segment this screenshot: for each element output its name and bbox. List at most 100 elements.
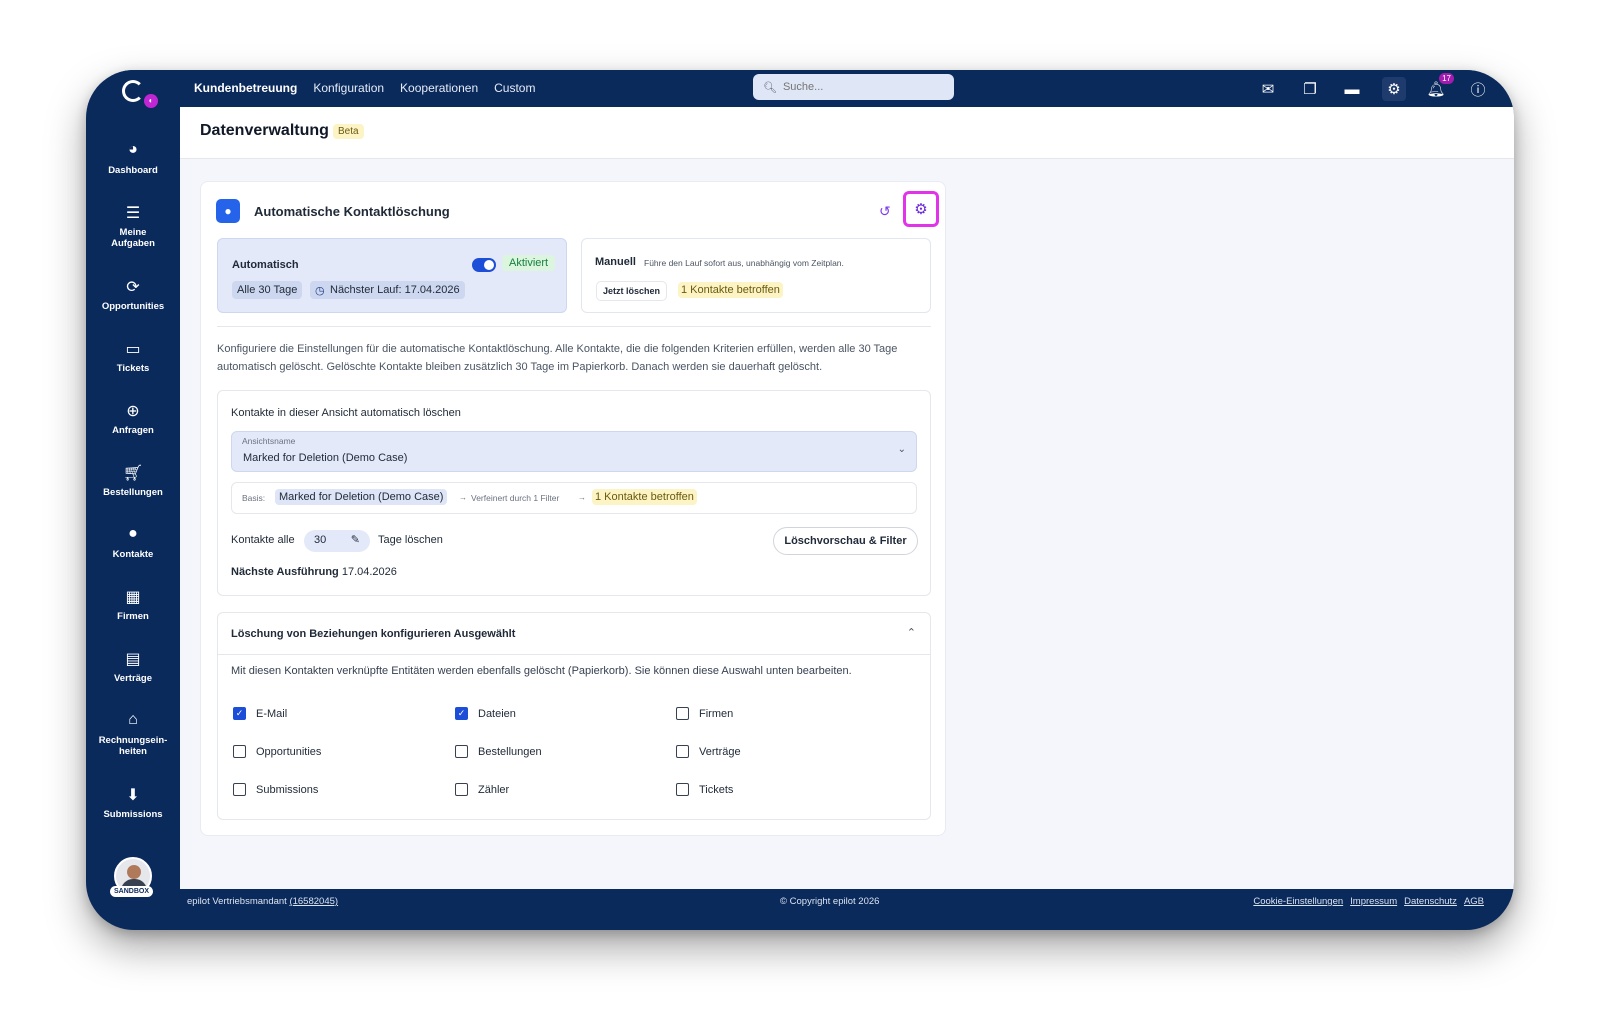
relations-panel: Löschung von Beziehungen konfigurieren A…	[217, 612, 931, 820]
sidebar-item-firmen[interactable]: ▦ Firmen	[86, 587, 180, 622]
checkbox-unchecked-icon	[676, 783, 689, 796]
topnav-konfiguration[interactable]: Konfiguration	[313, 81, 384, 95]
avatar-head	[127, 865, 141, 879]
automatic-toggle[interactable]	[472, 258, 496, 272]
next-execution: Nächste Ausführung 17.04.2026	[231, 566, 397, 578]
delete-now-button[interactable]: Jetzt löschen	[596, 281, 668, 301]
sidebar-item-label: Bestellungen	[103, 487, 163, 498]
footer-links: Cookie-Einstellungen Impressum Datenschu…	[1253, 896, 1484, 907]
contacts-every-label: Kontakte alle	[231, 534, 295, 546]
footer: epilot Vertriebsmandant (16582045) © Cop…	[180, 889, 1514, 913]
page-header: Datenverwaltung Beta	[180, 107, 1514, 159]
sidebar-item-tickets[interactable]: ▭ Tickets	[86, 339, 180, 374]
beta-badge: Beta	[333, 124, 364, 139]
app-window: ◐ Kundenbetreuung Konfiguration Kooperat…	[86, 70, 1514, 930]
checkbox-opportunities[interactable]: Opportunities	[233, 745, 321, 758]
divider	[217, 326, 931, 327]
checkbox-submissions[interactable]: Submissions	[233, 783, 318, 796]
checkbox-label: Zähler	[478, 783, 510, 796]
settings-button[interactable]: ⚙	[903, 191, 939, 227]
search-input[interactable]	[782, 81, 943, 93]
sidebar-item-vertraege[interactable]: ▤ Verträge	[86, 649, 180, 684]
folder-icon[interactable]: ▬	[1340, 77, 1364, 101]
checkbox-label: Submissions	[256, 783, 319, 796]
checkbox-unchecked-icon	[233, 783, 246, 796]
checkbox-tickets[interactable]: Tickets	[676, 783, 733, 796]
card-title: Automatische Kontaktlöschung	[254, 204, 450, 219]
settings-gear-icon[interactable]: ⚙	[1382, 77, 1406, 101]
footer-link-impressum[interactable]: Impressum	[1350, 896, 1397, 907]
checkbox-label: Dateien	[478, 707, 516, 720]
tenant-id-link[interactable]: (16582045)	[289, 896, 338, 907]
gear-icon: ⚙	[914, 201, 928, 218]
bank-icon: ⌂	[128, 711, 138, 728]
sidebar-item-label: Meine Aufgaben	[111, 227, 155, 249]
checkbox-vertraege[interactable]: Verträge	[676, 745, 741, 758]
checkbox-bestellungen[interactable]: Bestellungen	[455, 745, 542, 758]
delete-preview-button[interactable]: Löschvorschau & Filter	[773, 527, 918, 555]
dashboard-icon: ◕	[128, 141, 138, 158]
sidebar-item-opportunities[interactable]: ⟳ Opportunities	[86, 277, 180, 312]
next-execution-date: 17.04.2026	[341, 566, 397, 578]
days-suffix-label: Tage löschen	[378, 534, 443, 546]
days-input[interactable]: 30 ✎	[304, 530, 370, 552]
ticket-icon: ▭	[125, 341, 141, 358]
sidebar-item-label: Dashboard	[108, 165, 158, 176]
sidebar-item-rechnungseinheiten[interactable]: ⌂ Rechnungsein-heiten	[86, 711, 180, 757]
affected-badge: 1 Kontakte betroffen	[678, 282, 783, 298]
checkbox-unchecked-icon	[455, 745, 468, 758]
person-icon: ●	[128, 525, 138, 542]
checkbox-email[interactable]: ✓ E-Mail	[233, 707, 287, 720]
contact-card-icon: ●	[216, 199, 240, 223]
next-run-chip: ◷ Nächster Lauf: 17.04.2026	[310, 281, 465, 299]
sidebar: ◕ Dashboard ☰ Meine Aufgaben ⟳ Opportuni…	[86, 107, 180, 907]
footer-link-datenschutz[interactable]: Datenschutz	[1404, 896, 1457, 907]
tenant-name: epilot Vertriebsmandant	[187, 896, 287, 907]
next-run-label: Nächster Lauf: 17.04.2026	[330, 284, 460, 296]
clipboard-icon: ▤	[125, 651, 141, 668]
checkbox-dateien[interactable]: ✓ Dateien	[455, 707, 516, 720]
checkbox-checked-icon: ✓	[455, 707, 468, 720]
lifebuoy-icon: ⊕	[126, 403, 140, 420]
topnav-custom[interactable]: Custom	[494, 81, 535, 95]
search-icon: 🔍︎	[763, 81, 777, 94]
manual-panel: Manuell Führe den Lauf sofort aus, unabh…	[581, 238, 931, 313]
top-bar: ◐ Kundenbetreuung Konfiguration Kooperat…	[86, 70, 1514, 108]
checkbox-firmen[interactable]: Firmen	[676, 707, 733, 720]
footer-link-cookies[interactable]: Cookie-Einstellungen	[1253, 896, 1343, 907]
auto-delete-card: ● Automatische Kontaktlöschung ↺ ⚙ Autom…	[200, 181, 946, 836]
view-select[interactable]: Ansichtsname Marked for Deletion (Demo C…	[231, 431, 917, 472]
clock-icon: ◷	[315, 285, 325, 297]
sidebar-item-meine-aufgaben[interactable]: ☰ Meine Aufgaben	[86, 203, 180, 249]
info-icon[interactable]: ⓘ	[1466, 77, 1490, 101]
tenant-info: epilot Vertriebsmandant (16582045)	[187, 896, 338, 907]
interval-chip: Alle 30 Tage	[232, 281, 303, 299]
sidebar-item-anfragen[interactable]: ⊕ Anfragen	[86, 401, 180, 436]
manual-label: Manuell	[595, 256, 636, 268]
history-icon[interactable]: ↺	[879, 203, 891, 220]
topnav-kundenbetreuung[interactable]: Kundenbetreuung	[194, 81, 297, 95]
sidebar-item-bestellungen[interactable]: 🛒︎ Bestellungen	[86, 463, 180, 498]
sidebar-item-submissions[interactable]: ⬇ Submissions	[86, 785, 180, 820]
sidebar-item-kontakte[interactable]: ● Kontakte	[86, 525, 180, 560]
chevron-up-icon[interactable]: ⌃	[907, 626, 916, 639]
top-navigation: Kundenbetreuung Konfiguration Kooperatio…	[194, 81, 535, 95]
select-value: Marked for Deletion (Demo Case)	[243, 452, 408, 464]
checkbox-unchecked-icon	[676, 707, 689, 720]
opportunities-icon: ⟳	[126, 279, 140, 296]
mail-icon[interactable]: ✉	[1256, 77, 1280, 101]
chevron-down-icon: ⌄	[897, 444, 906, 455]
sidebar-item-dashboard[interactable]: ◕ Dashboard	[86, 141, 180, 176]
topnav-kooperationen[interactable]: Kooperationen	[400, 81, 478, 95]
epilot-logo-icon[interactable]	[122, 80, 144, 102]
notifications-bell-icon[interactable]: 🔔︎ 17	[1424, 73, 1454, 101]
copy-icon[interactable]: ❐	[1298, 77, 1322, 101]
notification-count-badge: 17	[1439, 73, 1454, 84]
sidebar-item-label: Firmen	[117, 611, 149, 622]
relations-header[interactable]: Löschung von Beziehungen konfigurieren A…	[218, 613, 930, 655]
checkbox-unchecked-icon	[455, 783, 468, 796]
footer-link-agb[interactable]: AGB	[1464, 896, 1484, 907]
checkbox-zaehler[interactable]: Zähler	[455, 783, 509, 796]
app-switch-badge-icon[interactable]: ◐	[144, 94, 158, 108]
checkbox-label: Verträge	[699, 745, 741, 758]
